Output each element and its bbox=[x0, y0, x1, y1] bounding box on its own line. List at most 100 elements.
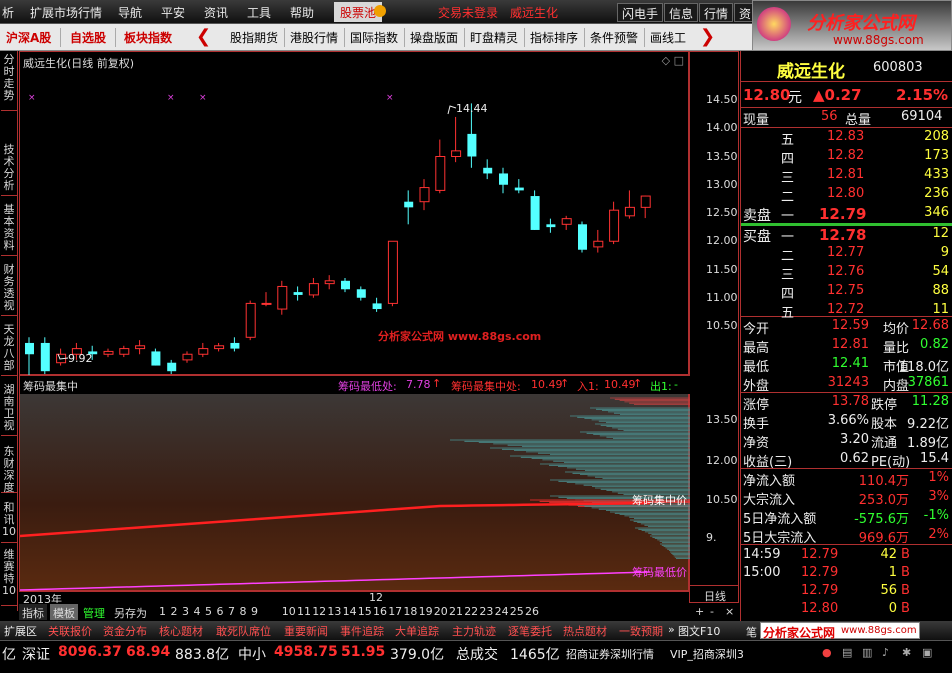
candle-body bbox=[293, 292, 303, 295]
bid-row: 四 12.75 88 bbox=[741, 283, 952, 302]
stat-label: 均价 bbox=[883, 322, 910, 337]
broker-name: 招商证券深圳行情 bbox=[566, 648, 654, 661]
menu-item-tools[interactable]: 工具 bbox=[247, 4, 271, 21]
site-logo: 分析家公式网 www.88gs.com bbox=[752, 0, 952, 51]
close-icon[interactable]: × bbox=[722, 604, 737, 620]
ask-row: 四 12.82 173 bbox=[741, 148, 952, 167]
sme-change: 51.95 bbox=[341, 644, 386, 660]
tab-monitor[interactable]: 盯盘精灵 bbox=[466, 27, 522, 48]
tab-indicator[interactable]: 指标 bbox=[19, 604, 47, 620]
candle-body bbox=[609, 209, 620, 242]
left-tab-0[interactable]: 分时走势 bbox=[1, 51, 17, 111]
function-tab[interactable]: 图文F10 bbox=[678, 623, 720, 639]
candle-body bbox=[230, 342, 240, 349]
scroll-right-icon[interactable]: ❯ bbox=[700, 27, 715, 48]
flow-label: 5日净流入额 bbox=[743, 512, 817, 527]
tab-manage[interactable]: 管理 bbox=[80, 604, 108, 620]
more-tabs-icon[interactable]: » bbox=[668, 623, 675, 636]
fund-value: 15.4 bbox=[920, 451, 949, 466]
function-tab[interactable]: 大单追踪 bbox=[395, 623, 439, 639]
tab-hk-market[interactable]: 港股行情 bbox=[286, 27, 342, 48]
price-tick: 13.00 bbox=[706, 177, 738, 191]
chip-title: 筹码最集中 bbox=[23, 380, 78, 393]
tab-template[interactable]: 模板 bbox=[50, 604, 78, 620]
left-tab-6[interactable]: 东财深度 bbox=[1, 443, 17, 494]
status-settings-icon[interactable]: ✱ bbox=[902, 646, 911, 659]
signal-marker: × bbox=[386, 93, 394, 103]
left-tab-4[interactable]: 天龙八部 bbox=[1, 321, 17, 376]
tick-price: 12.79 bbox=[801, 583, 839, 598]
template-number-tab[interactable]: 9 bbox=[248, 604, 261, 620]
candle-body bbox=[467, 133, 477, 157]
tab-shanghai-shenzhen-a[interactable]: 沪深A股 bbox=[2, 27, 55, 48]
menu-item-pingan[interactable]: 平安 bbox=[161, 4, 185, 21]
function-tab[interactable]: 扩展区 bbox=[4, 623, 37, 639]
status-sound-icon[interactable]: ♪ bbox=[882, 646, 889, 659]
function-tab[interactable]: 事件追踪 bbox=[340, 623, 384, 639]
left-tab-strip: 分时走势技术分析基本资料财务透视天龙八部湖南卫视东财深度和讯10 维赛特10 bbox=[0, 51, 18, 611]
menu-item-extended-market[interactable]: 扩展市场行情 bbox=[30, 4, 102, 21]
function-tab[interactable]: 核心题材 bbox=[159, 623, 203, 639]
chip-mid-label: 筹码最集中处: bbox=[451, 380, 521, 393]
bid-price: 12.77 bbox=[827, 245, 865, 260]
chip-in-label: 入1: bbox=[577, 380, 599, 393]
total-volume-label: 总成交 bbox=[456, 647, 498, 663]
tab-drawing-tools[interactable]: 画线工 bbox=[646, 27, 690, 48]
left-tab-7[interactable]: 和讯10 bbox=[1, 499, 17, 543]
status-chart-icon[interactable]: ▥ bbox=[862, 646, 872, 659]
tab-save-as[interactable]: 另存为 bbox=[111, 604, 150, 620]
bid-level: 二 bbox=[781, 249, 795, 264]
function-tab[interactable]: 热点题材 bbox=[563, 623, 607, 639]
logo-url: www.88gs.com bbox=[833, 33, 924, 47]
quote-button[interactable]: 行情 bbox=[699, 3, 734, 22]
period-box[interactable]: 日线 bbox=[689, 585, 739, 603]
candle-body bbox=[514, 187, 524, 191]
menu-item-navigation[interactable]: 导航 bbox=[118, 4, 142, 21]
zoom-in-icon[interactable]: + bbox=[692, 604, 707, 620]
ask-volume: 346 bbox=[924, 205, 949, 220]
tab-sector-index[interactable]: 板块指数 bbox=[120, 27, 176, 48]
left-tab-1[interactable]: 技术分析 bbox=[1, 141, 17, 196]
tab-indicator-sort[interactable]: 指标排序 bbox=[526, 27, 582, 48]
status-lock-icon[interactable]: ▣ bbox=[922, 646, 932, 659]
ask-price: 12.79 bbox=[819, 205, 867, 223]
left-tab-8[interactable]: 维赛特10 bbox=[1, 546, 17, 606]
tab-trading-layout[interactable]: 操盘版面 bbox=[406, 27, 462, 48]
template-number-tab[interactable]: 26 bbox=[522, 604, 542, 620]
candle-body bbox=[404, 201, 414, 208]
function-tab[interactable]: 主力轨迹 bbox=[452, 623, 496, 639]
left-tab-2[interactable]: 基本资料 bbox=[1, 201, 17, 256]
tab-global-index[interactable]: 国际指数 bbox=[346, 27, 402, 48]
price-tick: 14.50 bbox=[706, 93, 738, 106]
tab-index-futures[interactable]: 股指期货 bbox=[226, 27, 282, 48]
tick-side: B bbox=[901, 601, 910, 616]
function-tab[interactable]: 一致预期 bbox=[619, 623, 663, 639]
scroll-left-icon[interactable]: ❮ bbox=[196, 27, 211, 48]
menu-item-help[interactable]: 帮助 bbox=[290, 4, 314, 21]
fund-label: 股本 bbox=[871, 417, 898, 432]
function-tab[interactable]: 关联报价 bbox=[48, 623, 92, 639]
signal-marker: × bbox=[167, 93, 175, 103]
function-tab[interactable]: 重要新闻 bbox=[284, 623, 328, 639]
status-alert-icon[interactable]: ● bbox=[822, 646, 832, 659]
candle-body bbox=[640, 195, 651, 208]
ask-price: 12.81 bbox=[827, 167, 865, 182]
flash-trade-button[interactable]: 闪电手 bbox=[617, 3, 664, 22]
function-tab[interactable]: 逐笔委托 bbox=[508, 623, 552, 639]
zoom-out-icon[interactable]: - bbox=[707, 604, 717, 620]
fund-value: 0.62 bbox=[840, 451, 869, 466]
tab-watchlist[interactable]: 自选股 bbox=[66, 27, 110, 48]
left-tab-5[interactable]: 湖南卫视 bbox=[1, 381, 17, 436]
bid-level: 三 bbox=[781, 268, 795, 283]
fund-value: 3.66% bbox=[827, 413, 869, 428]
tick-time: 15:00 bbox=[743, 565, 781, 580]
function-tab[interactable]: 敢死队席位 bbox=[216, 623, 271, 639]
stock-pool-badge-icon bbox=[374, 5, 386, 17]
menu-item-analysis[interactable]: 析 bbox=[2, 4, 14, 21]
function-tab[interactable]: 资金分布 bbox=[103, 623, 147, 639]
status-list-icon[interactable]: ▤ bbox=[842, 646, 852, 659]
menu-item-news[interactable]: 资讯 bbox=[204, 4, 228, 21]
info-button[interactable]: 信息 bbox=[664, 3, 699, 22]
left-tab-3[interactable]: 财务透视 bbox=[1, 261, 17, 316]
tab-condition-alert[interactable]: 条件预警 bbox=[586, 27, 642, 48]
